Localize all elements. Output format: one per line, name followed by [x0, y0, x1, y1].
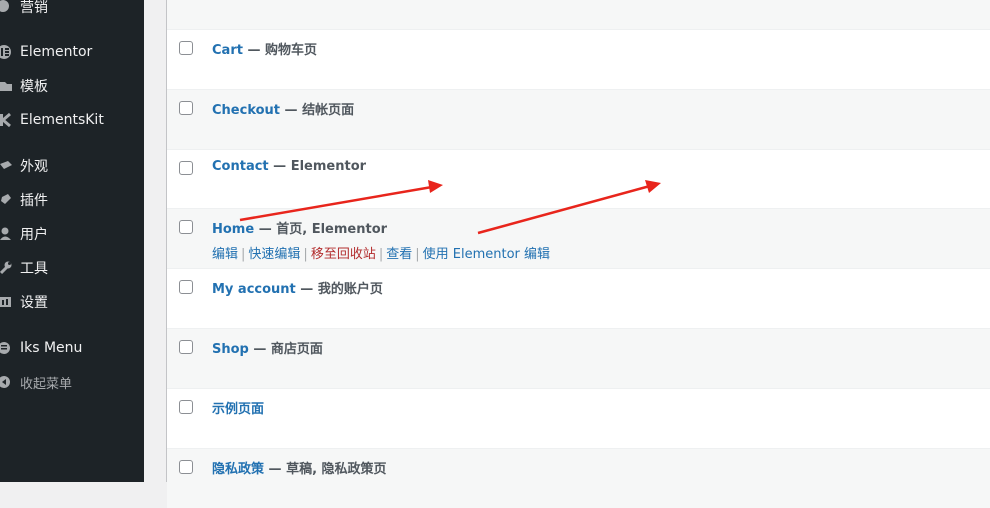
sidebar-item-tools[interactable]: 工具 [0, 256, 144, 280]
page-state: 我的账户页 [317, 282, 383, 297]
page-title-link[interactable]: Home [212, 222, 254, 237]
table-row [167, 0, 990, 29]
sidebar-item-label: Iks Menu [20, 340, 83, 356]
row-title: 隐私政策 — 草稿, 隐私政策页 [212, 458, 387, 477]
page-title-link[interactable]: 示例页面 [212, 402, 264, 417]
table-row: Checkout — 结帐页面 [167, 89, 990, 149]
edit-link[interactable]: 编辑 [212, 247, 238, 262]
sidebar-item-label: 收起菜单 [20, 376, 73, 392]
action-separator: | [415, 247, 420, 262]
row-checkbox[interactable] [179, 101, 193, 115]
page-state: Elementor [290, 159, 367, 174]
main-content: Cart — 购物车页 Checkout — 结帐页面 Contact — El… [144, 0, 990, 508]
row-checkbox[interactable] [179, 220, 193, 234]
sidebar-item-label: 设置 [20, 295, 48, 311]
pages-list-table: Cart — 购物车页 Checkout — 结帐页面 Contact — El… [166, 0, 990, 508]
sidebar-item-label: 插件 [20, 193, 48, 209]
row-checkbox[interactable] [179, 460, 193, 474]
page-state: 购物车页 [265, 43, 318, 58]
settings-icon [0, 294, 12, 310]
row-title: Home — 首页, Elementor [212, 218, 387, 237]
elementor-icon [0, 44, 12, 60]
page-state: 首页, Elementor [276, 222, 388, 237]
table-row: My account — 我的账户页 [167, 268, 990, 328]
user-icon [0, 226, 12, 242]
view-link[interactable]: 查看 [386, 247, 412, 262]
row-checkbox[interactable] [179, 161, 193, 175]
admin-sidebar: 营销 Elementor 模板 ElementsKit 外观 插件 用户 工具 … [0, 0, 144, 482]
page-state: 结帐页面 [302, 103, 355, 118]
quick-edit-link[interactable]: 快速编辑 [248, 247, 300, 262]
row-checkbox[interactable] [179, 41, 193, 55]
table-row: 隐私政策 — 草稿, 隐私政策页 [167, 448, 990, 508]
action-separator: | [241, 247, 246, 262]
sidebar-item-label: ElementsKit [20, 112, 104, 128]
action-separator: | [303, 247, 308, 262]
sidebar-item-settings[interactable]: 设置 [0, 290, 144, 314]
row-checkbox[interactable] [179, 280, 193, 294]
edit-with-elementor-link[interactable]: 使用 Elementor 编辑 [423, 247, 550, 262]
title-dash: — [248, 342, 271, 357]
page-state: 商店页面 [270, 342, 323, 357]
table-row: Shop — 商店页面 [167, 328, 990, 388]
sidebar-item-plugins[interactable]: 插件 [0, 188, 144, 212]
row-title: Contact — Elementor [212, 159, 366, 174]
page-title-link[interactable]: Contact [212, 159, 269, 174]
table-row: Contact — Elementor [167, 149, 990, 209]
sidebar-item-templates[interactable]: 模板 [0, 74, 144, 98]
title-dash: — [254, 222, 277, 237]
wrench-icon [0, 260, 12, 276]
sidebar-item-marketing[interactable]: 营销 [0, 0, 144, 19]
table-row: Home — 首页, Elementor 编辑 | 快速编辑 | 移至回收站 | 查看 | 使用… [167, 208, 990, 268]
collapse-icon [0, 374, 12, 390]
sidebar-item-collapse-menu[interactable]: 收起菜单 [0, 370, 144, 394]
page-title-link[interactable]: My account [212, 282, 296, 297]
page-title-link[interactable]: Cart [212, 43, 243, 58]
sidebar-item-label: 营销 [20, 0, 48, 16]
title-dash: — [264, 462, 287, 477]
trash-link[interactable]: 移至回收站 [311, 247, 376, 262]
row-title: Checkout — 结帐页面 [212, 99, 354, 118]
paintbrush-icon [0, 158, 12, 174]
row-actions: 编辑 | 快速编辑 | 移至回收站 | 查看 | 使用 Elementor 编辑 [212, 243, 550, 262]
row-title: My account — 我的账户页 [212, 278, 383, 297]
row-title: Cart — 购物车页 [212, 39, 317, 58]
title-dash: — [295, 282, 318, 297]
row-checkbox[interactable] [179, 340, 193, 354]
page-state: 草稿, 隐私政策页 [286, 462, 387, 477]
row-checkbox[interactable] [179, 400, 193, 414]
table-row: 示例页面 [167, 388, 990, 448]
row-title: 示例页面 [212, 398, 264, 417]
sidebar-item-label: 用户 [20, 227, 48, 243]
table-row: Cart — 购物车页 [167, 29, 990, 89]
iks-menu-icon [0, 340, 12, 356]
title-dash: — [280, 103, 303, 118]
sidebar-item-users[interactable]: 用户 [0, 222, 144, 246]
sidebar-item-iks-menu[interactable]: Iks Menu [0, 336, 144, 360]
sidebar-item-label: 模板 [20, 79, 48, 95]
page-title-link[interactable]: Shop [212, 342, 249, 357]
sidebar-item-label: Elementor [20, 44, 93, 60]
row-title: Shop — 商店页面 [212, 338, 323, 357]
title-dash: — [242, 43, 266, 58]
folder-icon [0, 78, 12, 94]
sidebar-item-appearance[interactable]: 外观 [0, 154, 144, 178]
sidebar-item-label: 工具 [20, 261, 48, 277]
action-separator: | [378, 247, 384, 262]
title-dash: — [268, 159, 291, 174]
elementskit-icon [0, 112, 12, 128]
sidebar-item-elementor[interactable]: Elementor [0, 40, 144, 64]
sidebar-item-label: 外观 [20, 159, 48, 175]
megaphone-icon [0, 0, 12, 15]
page-title-link[interactable]: Checkout [212, 103, 280, 118]
plugin-icon [0, 192, 12, 208]
page-title-link[interactable]: 隐私政策 [212, 462, 264, 477]
sidebar-item-elementskit[interactable]: ElementsKit [0, 108, 144, 132]
